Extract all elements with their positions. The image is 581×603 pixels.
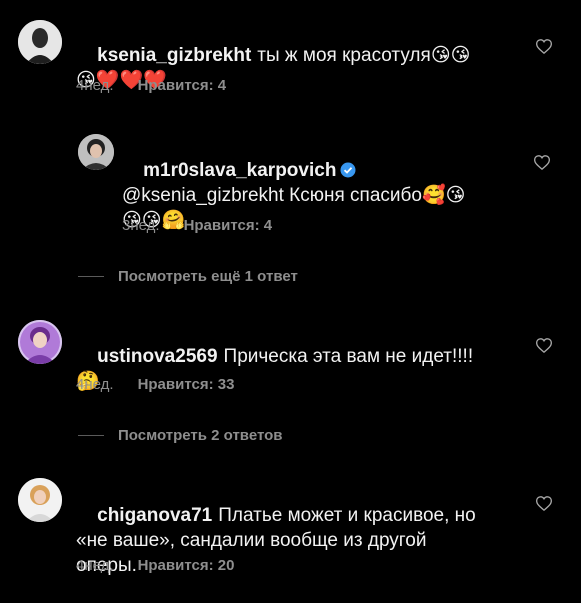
avatar[interactable] <box>18 478 62 522</box>
timestamp: 4нед. <box>76 376 114 393</box>
comment-meta: 3нед. Нравится: 4 <box>122 217 272 234</box>
likes-count[interactable]: Нравится: 4 <box>138 77 227 94</box>
comment-meta: 4нед. Нравится: 20 <box>76 557 234 574</box>
likes-count[interactable]: Нравится: 4 <box>184 217 273 234</box>
username[interactable]: ksenia_gizbrekht <box>97 45 251 66</box>
comment-text: chiganova71 Платье может и красивое, но «н… <box>76 505 476 576</box>
avatar[interactable] <box>78 134 114 170</box>
heart-icon[interactable] <box>534 493 554 513</box>
comment-meta: 4нед. Нравится: 4 <box>76 77 226 94</box>
heart-icon[interactable] <box>532 152 552 172</box>
timestamp: 3нед. <box>122 217 160 234</box>
timestamp: 4нед. <box>76 557 114 574</box>
comment-text: ustinova2569 Прическа эта вам не идет!!!!… <box>76 346 474 392</box>
heart-icon[interactable] <box>534 335 554 355</box>
divider <box>78 435 104 436</box>
comment-text: ksenia_gizbrekht ты ж моя красотуля😘😘 😘❤️❤… <box>76 44 471 91</box>
heart-icon[interactable] <box>534 36 554 56</box>
timestamp: 4нед. <box>76 77 114 94</box>
comment-text: m1r0slava_karpovich @ksenia_gizbrekht Ксю… <box>122 160 466 231</box>
view-more-replies-button[interactable]: Посмотреть ещё 1 ответ <box>78 268 298 285</box>
username[interactable]: m1r0slava_karpovich <box>143 160 336 181</box>
username[interactable]: ustinova2569 <box>97 346 217 367</box>
likes-count[interactable]: Нравится: 33 <box>138 376 235 393</box>
verified-badge-icon <box>340 162 356 178</box>
view-replies-button[interactable]: Посмотреть 2 ответов <box>78 427 283 444</box>
divider <box>78 276 104 277</box>
likes-count[interactable]: Нравится: 20 <box>138 557 235 574</box>
username[interactable]: chiganova71 <box>97 505 212 526</box>
comment-meta: 4нед. Нравится: 33 <box>76 376 234 393</box>
avatar[interactable] <box>18 20 62 64</box>
avatar[interactable] <box>18 320 62 364</box>
